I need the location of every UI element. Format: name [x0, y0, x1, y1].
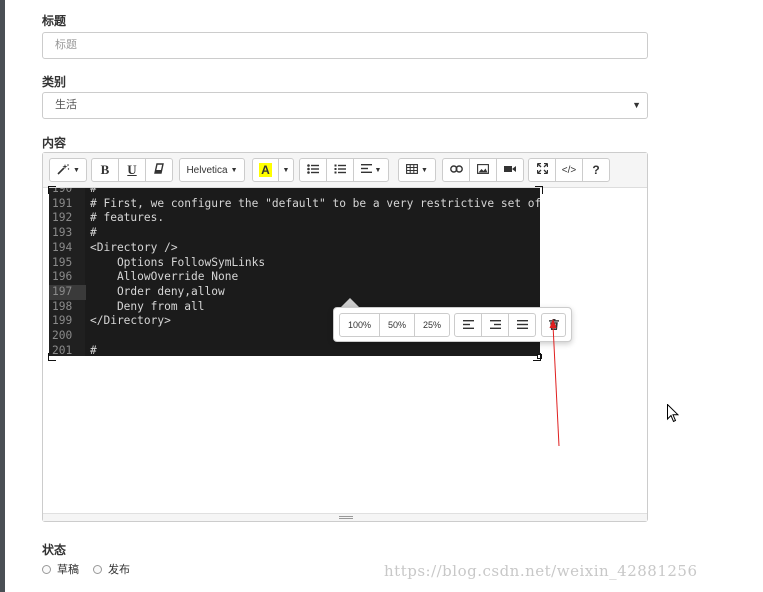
video-icon [504, 164, 516, 176]
line-number: 194 [52, 240, 73, 254]
align-right-icon [489, 319, 501, 331]
code-text: Options FollowSymLinks [90, 255, 266, 269]
chevron-down-icon: ▼ [421, 166, 428, 174]
line-number: 199 [52, 314, 73, 328]
font-style-group: B U [91, 158, 173, 182]
code-text: Order deny,allow [90, 284, 225, 298]
line-number: 196 [52, 270, 73, 284]
code-text: # [90, 226, 97, 240]
title-input[interactable]: 标题 [42, 32, 648, 59]
help-button[interactable]: ? [582, 158, 610, 182]
line-number: 192 [52, 211, 73, 225]
code-text: # features. [90, 211, 165, 225]
mouse-cursor-icon [667, 404, 679, 423]
selection-corner [48, 353, 56, 361]
code-text: </Directory> [90, 314, 171, 328]
page-left-edge [0, 0, 5, 592]
ordered-list-button[interactable] [326, 158, 354, 182]
chevron-down-icon: ▼ [230, 166, 238, 174]
line-number: 195 [52, 255, 73, 269]
line-number: 191 [52, 196, 73, 210]
color-group: A ▼ [252, 158, 294, 182]
eraser-icon [154, 163, 164, 177]
bold-button[interactable]: B [91, 158, 119, 182]
table-group: ▼ [398, 158, 436, 182]
size-25-button[interactable]: 25% [414, 313, 450, 337]
line-number: 200 [52, 329, 73, 342]
style-button[interactable]: ▼ [49, 158, 87, 182]
font-color-icon: A [259, 163, 272, 177]
code-text: # First, we configure the "default" to b… [90, 196, 540, 210]
line-number: 198 [52, 299, 73, 313]
font-name-dropdown[interactable]: Helvetica ▼ [179, 158, 245, 182]
magic-wand-icon [56, 163, 70, 178]
fullscreen-button[interactable] [528, 158, 556, 182]
chevron-down-icon: ▼ [282, 166, 290, 174]
code-text: AllowOverride None [90, 270, 239, 284]
annotation-arrow [549, 319, 560, 447]
paragraph-group: ▼ [299, 158, 389, 182]
status-label: 状态 [42, 543, 67, 557]
link-icon [449, 164, 463, 176]
align-justify-icon [516, 319, 528, 331]
content-label: 内容 [42, 136, 67, 150]
link-button[interactable] [442, 158, 470, 182]
float-none-button[interactable] [508, 313, 536, 337]
video-button[interactable] [496, 158, 524, 182]
unordered-list-icon [307, 163, 319, 177]
insert-group [442, 158, 524, 182]
title-label: 标题 [42, 14, 67, 28]
size-100-button[interactable]: 100% [339, 313, 380, 337]
selection-corner [535, 186, 543, 194]
editor-toolbar: ▼ B U Helvetica ▼ A ▼ ▼ ▼ </> ? [43, 153, 647, 188]
line-number: 193 [52, 226, 73, 240]
misc-group: </> ? [528, 158, 610, 182]
line-number: 201 [52, 343, 73, 356]
code-view-button[interactable]: </> [555, 158, 583, 182]
category-select-value: 生活 [55, 99, 77, 111]
align-left-icon [462, 319, 474, 331]
underline-button[interactable]: U [118, 158, 146, 182]
fullscreen-icon [536, 162, 548, 177]
status-publish-label: 发布 [108, 564, 130, 576]
font-color-dropdown[interactable]: ▼ [278, 158, 294, 182]
image-popover: 100% 50% 25% [333, 307, 572, 342]
chevron-down-icon: ▼ [73, 166, 80, 174]
category-label: 类别 [42, 75, 67, 89]
editor-resize-bar[interactable] [43, 513, 647, 521]
style-group: ▼ [49, 158, 87, 182]
float-left-button[interactable] [454, 313, 482, 337]
status-draft-label: 草稿 [57, 564, 79, 576]
align-left-icon [360, 164, 372, 176]
watermark-text: https://blog.csdn.net/weixin_42881256 [384, 562, 698, 580]
chevron-down-icon: ▼ [374, 166, 382, 174]
code-text: # [90, 343, 97, 356]
status-radio-group: 草稿 发布 [42, 562, 130, 576]
font-color-button[interactable]: A [252, 158, 279, 182]
image-float-group [454, 313, 536, 337]
category-select[interactable]: 生活 ▼ [42, 92, 648, 119]
font-name-value: Helvetica [186, 164, 228, 176]
status-publish-radio[interactable] [93, 564, 102, 574]
table-dropdown[interactable]: ▼ [398, 158, 436, 182]
picture-button[interactable] [469, 158, 497, 182]
float-right-button[interactable] [481, 313, 509, 337]
size-50-button[interactable]: 50% [379, 313, 415, 337]
font-name-group: Helvetica ▼ [179, 158, 245, 182]
picture-icon [477, 163, 489, 177]
line-number: 197 [52, 284, 73, 298]
table-icon [406, 163, 418, 177]
unordered-list-button[interactable] [299, 158, 327, 182]
code-text: Deny from all [90, 299, 205, 313]
selection-corner [48, 186, 56, 194]
ordered-list-icon [334, 164, 346, 177]
code-text: <Directory /> [90, 240, 178, 254]
resize-grip-icon [339, 516, 353, 519]
select-caret-icon: ▼ [632, 100, 641, 110]
status-draft-radio[interactable] [42, 564, 51, 574]
clear-format-button[interactable] [145, 158, 173, 182]
paragraph-align-dropdown[interactable]: ▼ [353, 158, 389, 182]
image-size-group: 100% 50% 25% [339, 313, 450, 337]
popover-arrow [341, 298, 359, 307]
